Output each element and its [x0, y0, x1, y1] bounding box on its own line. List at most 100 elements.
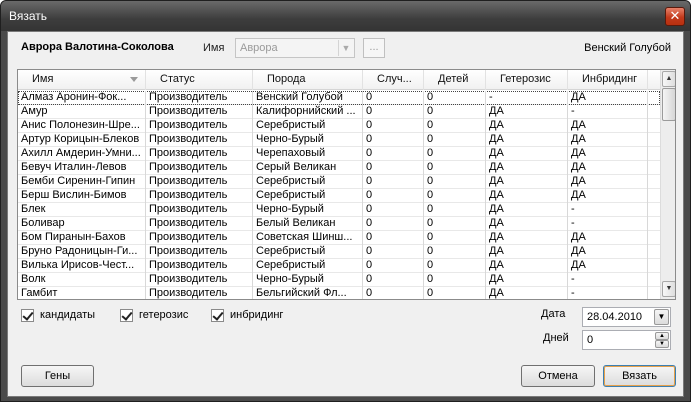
column-header-breed[interactable]: Порода: [253, 70, 363, 90]
close-button[interactable]: ✕: [665, 7, 685, 26]
cell-matings: 0: [363, 133, 424, 147]
cell-heterosis: ДА: [486, 105, 568, 119]
cell-matings: 0: [363, 119, 424, 133]
column-header-name[interactable]: Имя: [18, 70, 146, 90]
vertical-scrollbar[interactable]: ▲ ▼: [660, 70, 675, 299]
cell-kids: 0: [424, 147, 486, 161]
cell-name: Амур: [18, 105, 146, 119]
cell-name: Вилька Ирисов-Чест...: [18, 259, 146, 273]
table-row[interactable]: Блек Производитель Черно-Бурый 0 0 ДА -: [18, 203, 660, 217]
cell-inbreeding: -: [568, 273, 648, 287]
scroll-up-icon[interactable]: ▲: [662, 71, 675, 87]
table-row[interactable]: Бом Пиранын-Бахов Производитель Советская …: [18, 231, 660, 245]
checkmark-icon[interactable]: [120, 309, 133, 322]
table-row[interactable]: Бевуч Италин-Левов Производитель Серый Вел…: [18, 161, 660, 175]
cell-heterosis: ДА: [486, 119, 568, 133]
cell-status: Производитель: [146, 273, 253, 287]
table-row[interactable]: Ахилл Амдерин-Умни... Производитель Черепа…: [18, 147, 660, 161]
mate-button[interactable]: Вязать: [603, 365, 676, 387]
table-row[interactable]: Бемби Сиренин-Гипин Производитель Серебрис…: [18, 175, 660, 189]
cell-kids: 0: [424, 273, 486, 287]
cell-kids: 0: [424, 189, 486, 203]
days-value: 0: [587, 334, 594, 346]
cell-status: Производитель: [146, 287, 253, 299]
cell-breed: Калифорнийский ...: [253, 105, 363, 119]
cell-name: Блек: [18, 203, 146, 217]
table-row[interactable]: Гамбит Производитель Бельгийский Фл... 0 0 ДА…: [18, 287, 660, 299]
cell-name: Бом Пиранын-Бахов: [18, 231, 146, 245]
table-row[interactable]: Бруно Радоницын-Ги... Производитель Серебр…: [18, 245, 660, 259]
table-row[interactable]: Анис Полонезин-Шре... Производитель Серебр…: [18, 119, 660, 133]
cell-kids: 0: [424, 287, 486, 299]
cell-matings: 0: [363, 91, 424, 105]
inbreeding-label: инбридинг: [230, 309, 284, 321]
cell-kids: 0: [424, 203, 486, 217]
cell-kids: 0: [424, 91, 486, 105]
scroll-down-icon[interactable]: ▼: [662, 281, 675, 297]
spin-down-icon[interactable]: ▼: [655, 340, 669, 348]
genes-button[interactable]: Гены: [21, 365, 94, 387]
table-row[interactable]: Берш Вислин-Бимов Производитель Серебристы…: [18, 189, 660, 203]
cell-heterosis: ДА: [486, 133, 568, 147]
cell-breed: Черепаховый: [253, 147, 363, 161]
column-header-kids[interactable]: Детей: [424, 70, 486, 90]
cell-matings: 0: [363, 161, 424, 175]
cell-status: Производитель: [146, 175, 253, 189]
cell-breed: Серебристый: [253, 259, 363, 273]
column-header-inbreeding[interactable]: Инбридинг: [568, 70, 648, 90]
date-picker[interactable]: 28.04.2010 ▼: [582, 307, 671, 327]
cell-heterosis: ДА: [486, 231, 568, 245]
cell-breed: Белый Великан: [253, 217, 363, 231]
name-combobox-value: Аврора: [240, 42, 278, 54]
cell-status: Производитель: [146, 119, 253, 133]
breed-label: Венский Голубой: [584, 42, 671, 54]
cell-breed: Черно-Бурый: [253, 203, 363, 217]
cancel-button[interactable]: Отмена: [521, 365, 595, 387]
table-row[interactable]: Артур Корицын-Блеков Производитель Черно-Б…: [18, 133, 660, 147]
cell-status: Производитель: [146, 161, 253, 175]
cell-inbreeding: ДА: [568, 133, 648, 147]
cell-heterosis: ДА: [486, 245, 568, 259]
name-label: Имя: [203, 42, 225, 54]
cell-name: Бемби Сиренин-Гипин: [18, 175, 146, 189]
table-row[interactable]: Алмаз Аронин-Фок... Производитель Венский …: [18, 91, 660, 105]
table-row[interactable]: Вилька Ирисов-Чест... Производитель Серебр…: [18, 259, 660, 273]
checkmark-icon[interactable]: [211, 309, 224, 322]
chevron-down-icon[interactable]: ▼: [654, 309, 669, 325]
column-header-heterosis[interactable]: Гетерозис: [486, 70, 568, 90]
window-title: Вязать: [9, 9, 48, 23]
cell-matings: 0: [363, 245, 424, 259]
cell-matings: 0: [363, 105, 424, 119]
table-row[interactable]: Амур Производитель Калифорнийский ... 0 0 ДА -: [18, 105, 660, 119]
cell-name: Берш Вислин-Бимов: [18, 189, 146, 203]
chevron-down-icon[interactable]: ▼: [338, 40, 353, 56]
browse-button[interactable]: ...: [363, 38, 385, 58]
date-value: 28.04.2010: [587, 311, 643, 323]
grid-rows: Алмаз Аронин-Фок... Производитель Венский …: [18, 91, 660, 299]
spin-up-icon[interactable]: ▲: [655, 332, 669, 340]
scroll-thumb[interactable]: [662, 88, 675, 121]
column-header-matings[interactable]: Случ...: [363, 70, 424, 90]
cell-heterosis: ДА: [486, 287, 568, 299]
days-spinbox[interactable]: 0 ▲ ▼: [582, 330, 671, 350]
days-label: Дней: [543, 332, 569, 344]
cell-name: Анис Полонезин-Шре...: [18, 119, 146, 133]
cell-inbreeding: ДА: [568, 259, 648, 273]
checkmark-icon[interactable]: [21, 309, 34, 322]
cell-heterosis: ДА: [486, 217, 568, 231]
cell-heterosis: ДА: [486, 259, 568, 273]
cell-inbreeding: ДА: [568, 245, 648, 259]
table-row[interactable]: Волк Производитель Черно-Бурый 0 0 ДА -: [18, 273, 660, 287]
cell-heterosis: ДА: [486, 273, 568, 287]
column-header-status[interactable]: Статус: [146, 70, 253, 90]
cell-kids: 0: [424, 217, 486, 231]
cell-name: Боливар: [18, 217, 146, 231]
cell-status: Производитель: [146, 91, 253, 105]
mate-dialog-window: Вязать ✕ Аврора Валотина-Соколова Имя Ав…: [0, 0, 691, 402]
cell-name: Артур Корицын-Блеков: [18, 133, 146, 147]
cell-kids: 0: [424, 259, 486, 273]
candidates-grid[interactable]: Имя Статус Порода Случ... Детей Гетерози…: [17, 69, 676, 300]
table-row[interactable]: Боливар Производитель Белый Великан 0 0 ДА -: [18, 217, 660, 231]
name-combobox[interactable]: Аврора ▼: [235, 38, 355, 58]
cell-breed: Венский Голубой: [253, 91, 363, 105]
